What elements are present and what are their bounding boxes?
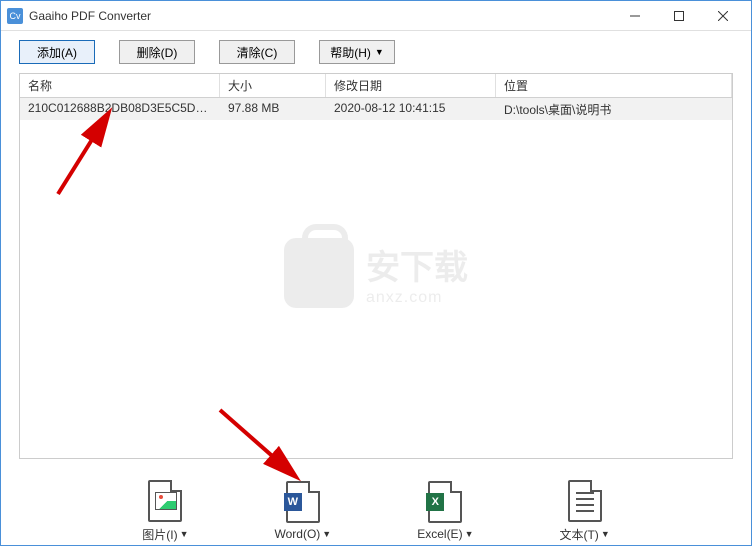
word-file-icon: W [286,481,320,523]
format-image-button[interactable]: 图片(I) ▼ [142,480,188,543]
format-text-button[interactable]: 文本(T) ▼ [559,480,609,543]
help-label: 帮助(H) [330,44,371,61]
cell-size: 97.88 MB [220,98,326,120]
chevron-down-icon: ▼ [375,47,384,57]
clear-button[interactable]: 清除(C) [219,40,295,64]
grid-header: 名称 大小 修改日期 位置 [20,74,732,98]
format-word-label: Word(O) [275,527,321,541]
excel-file-icon: X [428,481,462,523]
cell-date: 2020-08-12 10:41:15 [326,98,496,120]
column-header-name[interactable]: 名称 [20,74,220,97]
format-excel-button[interactable]: X Excel(E) ▼ [417,481,473,541]
cell-name: 210C012688B2DB08D3E5C5D2E... [20,98,220,120]
minimize-button[interactable] [613,2,657,30]
format-footer: 图片(I) ▼ W Word(O) ▼ X Excel(E) ▼ [1,471,751,545]
delete-button[interactable]: 删除(D) [119,40,195,64]
column-header-size[interactable]: 大小 [220,74,326,97]
image-file-icon [148,480,182,522]
cell-location: D:\tools\桌面\说明书 [496,98,732,120]
chevron-down-icon: ▼ [180,529,189,539]
format-word-button[interactable]: W Word(O) ▼ [275,481,332,541]
format-image-label: 图片(I) [142,526,177,543]
toolbar: 添加(A) 删除(D) 清除(C) 帮助(H) ▼ [1,31,751,73]
table-row[interactable]: 210C012688B2DB08D3E5C5D2E... 97.88 MB 20… [20,98,732,120]
column-header-date[interactable]: 修改日期 [326,74,496,97]
close-button[interactable] [701,2,745,30]
titlebar: Cv Gaaiho PDF Converter [1,1,751,31]
grid-body: 210C012688B2DB08D3E5C5D2E... 97.88 MB 20… [20,98,732,458]
text-file-icon [568,480,602,522]
content-area: 名称 大小 修改日期 位置 210C012688B2DB08D3E5C5D2E.… [1,73,751,471]
app-icon: Cv [7,8,23,24]
format-excel-label: Excel(E) [417,527,462,541]
window-controls [613,2,745,30]
add-button[interactable]: 添加(A) [19,40,95,64]
column-header-location[interactable]: 位置 [496,74,732,97]
window-title: Gaaiho PDF Converter [29,9,613,23]
app-window: Cv Gaaiho PDF Converter 添加(A) 删除(D) 清除(C… [0,0,752,546]
maximize-button[interactable] [657,2,701,30]
chevron-down-icon: ▼ [601,529,610,539]
file-grid: 名称 大小 修改日期 位置 210C012688B2DB08D3E5C5D2E.… [19,73,733,459]
chevron-down-icon: ▼ [465,529,474,539]
chevron-down-icon: ▼ [322,529,331,539]
format-text-label: 文本(T) [559,526,598,543]
help-button[interactable]: 帮助(H) ▼ [319,40,395,64]
